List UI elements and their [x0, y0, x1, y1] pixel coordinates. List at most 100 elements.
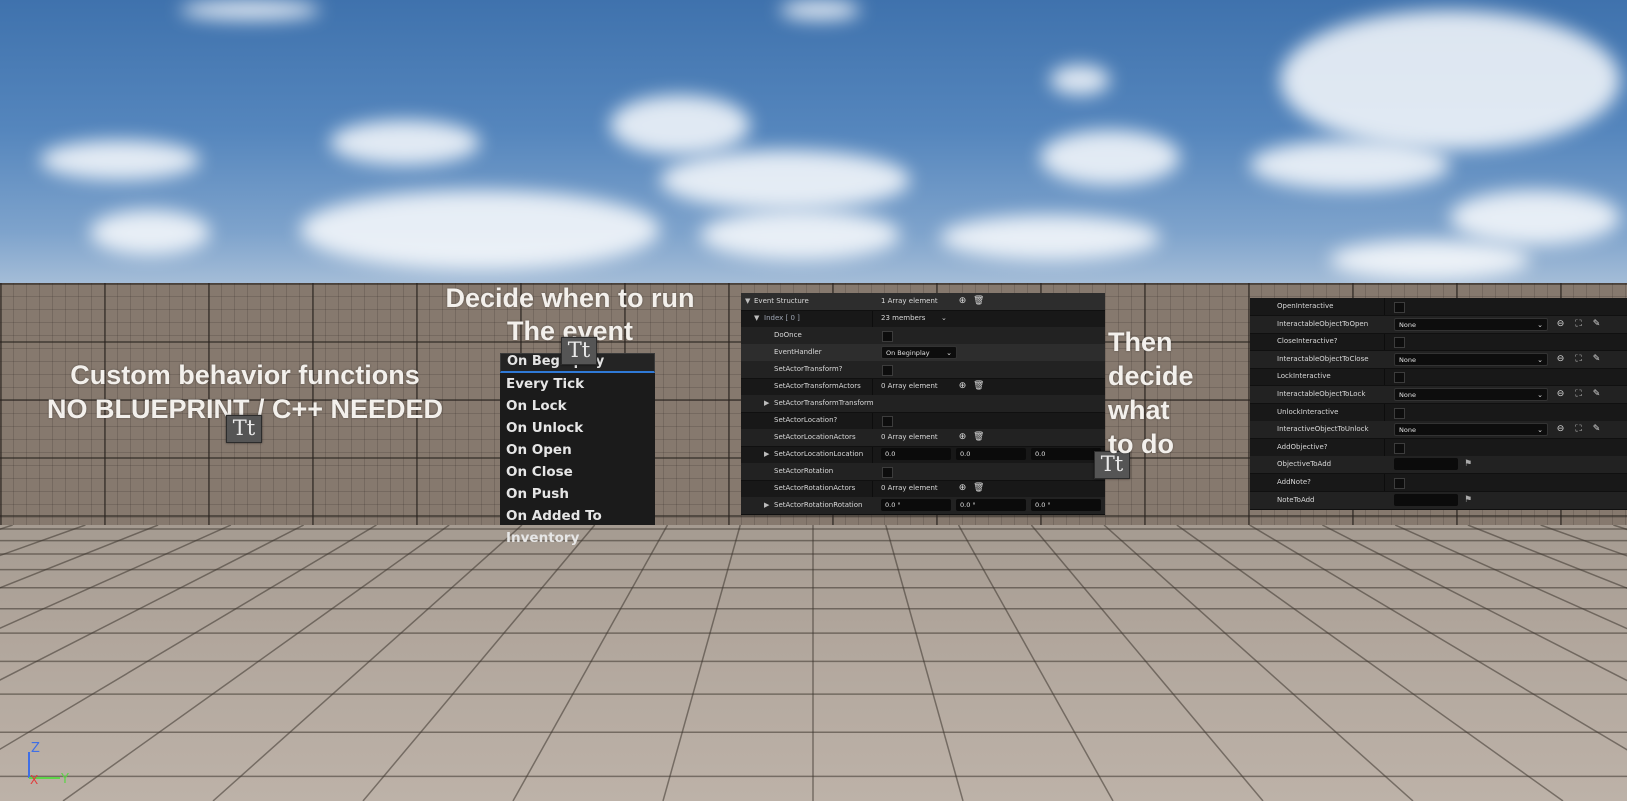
property-label: EventHandler	[774, 348, 822, 356]
vector-z-input[interactable]: 0.0 °	[1031, 499, 1101, 511]
property-checkbox[interactable]	[1394, 302, 1405, 313]
dropdown-option[interactable]: On Unlock	[500, 417, 655, 439]
chevron-down-icon[interactable]: ⌄	[1537, 424, 1543, 436]
property-row[interactable]: SetActorRotationActors 0 Array element ⊕ 🗑	[741, 480, 1105, 498]
chevron-down-icon[interactable]: ⌄	[946, 347, 952, 359]
property-row[interactable]: ▶ SetActorTransformTransform	[741, 395, 1105, 413]
chevron-down-icon[interactable]: ⌄	[941, 310, 1101, 327]
property-row[interactable]: EventHandler On Beginplay ⌄	[741, 344, 1105, 362]
add-element-icon[interactable]: ⊕	[957, 381, 968, 392]
collapse-arrow-icon[interactable]: ▼	[745, 293, 750, 310]
chevron-down-icon[interactable]: ⌄	[1537, 354, 1543, 366]
dropdown-option[interactable]: On Added To Inventory	[500, 505, 655, 546]
property-row[interactable]: DoOnce	[741, 327, 1105, 345]
browse-asset-icon[interactable]: ⛶	[1573, 424, 1584, 435]
property-row[interactable]: SetActorRotation	[741, 463, 1105, 481]
text-input[interactable]	[1394, 493, 1458, 506]
event-structure-header[interactable]: ▼ Event Structure 1 Array element ⊕ 🗑	[741, 293, 1105, 311]
property-label: NoteToAdd	[1277, 495, 1315, 504]
vector-z-input[interactable]: 0.0	[1031, 448, 1101, 460]
add-element-icon[interactable]: ⊕	[957, 296, 968, 307]
chevron-down-icon[interactable]: ⌄	[1537, 319, 1543, 331]
property-row[interactable]: ObjectiveToAdd ⚑	[1250, 456, 1627, 475]
use-selected-icon[interactable]: ⊖	[1555, 319, 1566, 330]
vector-x-input[interactable]: 0.0 °	[881, 499, 951, 511]
pick-actor-eyedropper-icon[interactable]: ✎	[1591, 354, 1602, 365]
property-row[interactable]: UnlockInteractive	[1250, 404, 1627, 422]
property-row[interactable]: SetActorTransformActors 0 Array element ⊕ 🗑	[741, 378, 1105, 396]
event-structure-label: Event Structure	[754, 297, 809, 305]
vector-y-input[interactable]: 0.0	[956, 448, 1026, 460]
localization-flag-icon[interactable]: ⚑	[1464, 495, 1472, 506]
add-element-icon[interactable]: ⊕	[957, 432, 968, 443]
vector-y-input[interactable]: 0.0 °	[956, 499, 1026, 511]
property-checkbox[interactable]	[1394, 407, 1405, 419]
chevron-down-icon[interactable]: ⌄	[1537, 389, 1543, 401]
delete-trash-icon[interactable]: 🗑	[973, 432, 984, 443]
expand-arrow-icon[interactable]: ▶	[764, 497, 769, 514]
property-checkbox[interactable]	[1394, 372, 1405, 384]
object-picker-combo[interactable]: None ⌄	[1394, 423, 1548, 437]
localization-flag-icon[interactable]: ⚑	[1464, 459, 1472, 470]
property-checkbox[interactable]	[882, 416, 893, 427]
property-checkbox[interactable]	[882, 467, 893, 478]
expand-arrow-icon[interactable]: ▶	[764, 395, 769, 412]
property-row[interactable]: SetActorLocation?	[741, 412, 1105, 430]
delete-trash-icon[interactable]: 🗑	[973, 381, 984, 392]
property-label: OpenInteractive	[1277, 302, 1334, 310]
collapse-arrow-icon[interactable]: ▼	[754, 310, 759, 327]
index-row[interactable]: ▼ Index [ 0 ] 23 members ⌄	[741, 310, 1105, 328]
browse-asset-icon[interactable]: ⛶	[1573, 354, 1584, 365]
browse-asset-icon[interactable]: ⛶	[1573, 319, 1584, 330]
event-trigger-dropdown[interactable]: On Beginplay Every Tick On Lock On Unlock O…	[500, 353, 655, 546]
property-row[interactable]: InteractiveObjectToUnlock None ⌄ ⊖ ⛶ ✎	[1250, 421, 1627, 440]
property-row[interactable]: InteractableObjectToClose None ⌄ ⊖ ⛶ ✎	[1250, 350, 1627, 369]
expand-arrow-icon[interactable]: ▶	[764, 446, 769, 463]
browse-asset-icon[interactable]: ⛶	[1573, 389, 1584, 400]
property-row[interactable]: ▶ SetActorRotationRotation 0.0 ° 0.0 ° 0.0 °	[741, 497, 1105, 515]
property-row[interactable]: AddObjective?	[1250, 439, 1627, 457]
dropdown-option[interactable]: Every Tick	[500, 373, 655, 395]
delete-trash-icon[interactable]: 🗑	[973, 296, 984, 307]
dropdown-option[interactable]: On Lock	[500, 395, 655, 417]
text-input[interactable]	[1394, 458, 1458, 471]
wall-text-left-line1: Custom behavior functions	[70, 360, 420, 390]
use-selected-icon[interactable]: ⊖	[1555, 389, 1566, 400]
dropdown-option[interactable]: On Open	[500, 439, 655, 461]
gizmo-y-label: Y	[60, 772, 69, 787]
property-row[interactable]: InteractableObjectToLock None ⌄ ⊖ ⛶ ✎	[1250, 386, 1627, 404]
use-selected-icon[interactable]: ⊖	[1555, 424, 1566, 435]
object-picker-combo[interactable]: None ⌄	[1394, 388, 1548, 401]
property-row[interactable]: SetActorLocationActors 0 Array element ⊕ 🗑	[741, 429, 1105, 447]
pick-actor-eyedropper-icon[interactable]: ✎	[1591, 389, 1602, 400]
property-checkbox[interactable]	[1394, 442, 1405, 454]
use-selected-icon[interactable]: ⊖	[1555, 354, 1566, 365]
object-picker-combo[interactable]: None ⌄	[1394, 352, 1548, 366]
property-row[interactable]: NoteToAdd ⚑	[1250, 491, 1627, 510]
pick-actor-eyedropper-icon[interactable]: ✎	[1591, 319, 1602, 330]
delete-trash-icon[interactable]: 🗑	[973, 483, 984, 494]
viewport-scene[interactable]: Custom behavior functions NO BLUEPRINT /…	[0, 0, 1627, 801]
property-row[interactable]: SetActorTransform?	[741, 361, 1105, 379]
property-row[interactable]: ▶ SetActorLocationLocation 0.0 0.0 0.0	[741, 446, 1105, 464]
dropdown-option[interactable]: On Push	[500, 483, 655, 505]
property-row[interactable]: LockInteractive	[1250, 368, 1627, 387]
property-checkbox[interactable]	[1394, 337, 1405, 349]
text-actor-icon[interactable]: Tt	[226, 415, 262, 443]
text-actor-icon[interactable]: Tt	[561, 337, 597, 365]
property-checkbox[interactable]	[882, 365, 893, 376]
property-row[interactable]: CloseInteractive?	[1250, 333, 1627, 352]
dropdown-option[interactable]: On Close	[500, 461, 655, 483]
property-label: AddNote?	[1277, 478, 1311, 486]
object-picker-combo[interactable]: None ⌄	[1394, 317, 1548, 331]
event-handler-combo[interactable]: On Beginplay ⌄	[881, 346, 957, 359]
pick-actor-eyedropper-icon[interactable]: ✎	[1591, 424, 1602, 435]
property-checkbox[interactable]	[882, 331, 893, 342]
add-element-icon[interactable]: ⊕	[957, 483, 968, 494]
vector-x-input[interactable]: 0.0	[881, 448, 951, 460]
property-row[interactable]: OpenInteractive	[1250, 298, 1627, 316]
property-row[interactable]: AddNote?	[1250, 474, 1627, 492]
property-row[interactable]: InteractableObjectToOpen None ⌄ ⊖ ⛶ ✎	[1250, 315, 1627, 334]
object-picker-value: None	[1399, 320, 1416, 329]
property-checkbox[interactable]	[1394, 478, 1405, 489]
